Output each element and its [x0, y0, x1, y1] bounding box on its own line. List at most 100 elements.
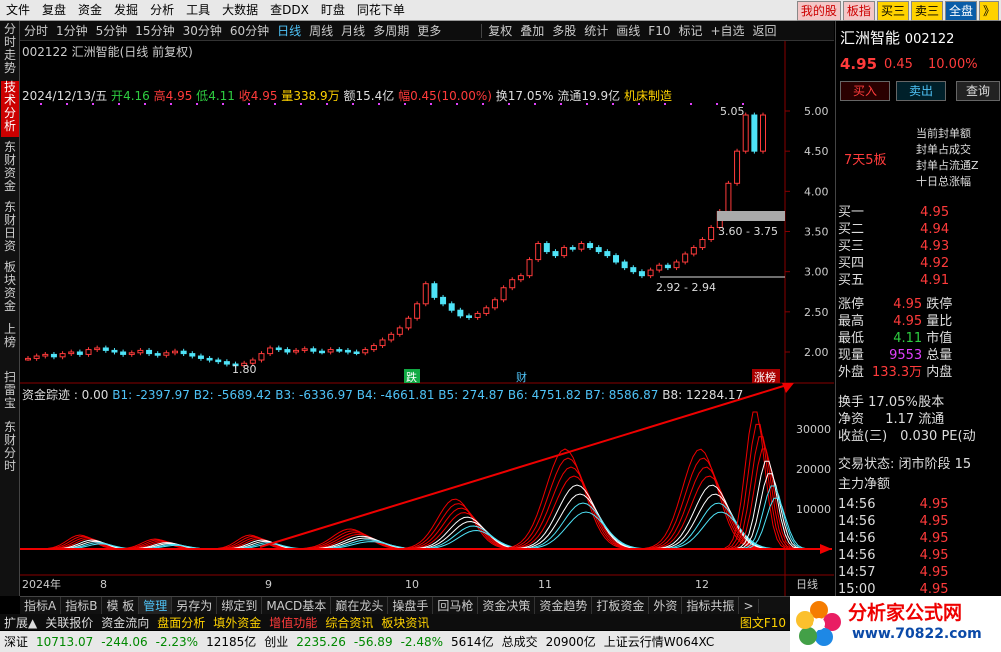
- candle-body: [414, 303, 421, 319]
- period-1min[interactable]: 1分钟: [52, 22, 92, 39]
- my-stocks-button[interactable]: 我的股: [796, 1, 841, 21]
- ext-expand[interactable]: 扩展▲: [0, 614, 41, 631]
- menu-trade[interactable]: 同花下单: [351, 0, 411, 21]
- candle-body: [172, 350, 178, 354]
- sell-button[interactable]: 卖出: [896, 81, 946, 101]
- mark-button[interactable]: 标记: [674, 22, 706, 39]
- menu-analysis[interactable]: 分析: [144, 0, 180, 21]
- tab-dc-funds[interactable]: 东财资金: [1, 141, 19, 197]
- menu-tools[interactable]: 工具: [180, 0, 216, 21]
- tab-indicator-a[interactable]: 指标A: [20, 597, 62, 614]
- stats-button[interactable]: 统计: [580, 22, 612, 39]
- candle-body: [154, 353, 161, 356]
- multi-stock-button[interactable]: 多股: [548, 22, 580, 39]
- tab-dc-intraday[interactable]: 东财分时: [1, 421, 19, 477]
- event-cai-text: 财: [516, 370, 527, 384]
- ext-outside[interactable]: 填外资金: [209, 614, 265, 631]
- buy-button[interactable]: 买入: [840, 81, 890, 101]
- stat-label2: 内盘: [926, 365, 953, 380]
- tick-row: 14:56 4.95: [838, 548, 949, 563]
- candle-body: [742, 114, 749, 152]
- tab-template[interactable]: 模 板: [102, 597, 140, 614]
- ext-value-added[interactable]: 增值功能: [265, 614, 321, 631]
- period-15min[interactable]: 15分钟: [131, 22, 178, 39]
- candle-body: [344, 349, 351, 353]
- kline-chart[interactable]: 5.00 4.50 4.00 3.50 3.00 2.50 2.00 5.05 3.60 -…: [20, 41, 834, 596]
- tab-bind[interactable]: 绑定到: [217, 597, 263, 614]
- info-amt-label: 额: [343, 89, 356, 103]
- period-30min[interactable]: 30分钟: [179, 22, 226, 39]
- period-more[interactable]: 更多: [413, 22, 445, 39]
- menu-ddx[interactable]: 查DDX: [264, 0, 315, 21]
- indicator-name[interactable]: 资金踪迹 : 0.00: [22, 388, 108, 402]
- candle-body: [379, 339, 386, 347]
- tab-daban-funds[interactable]: 打板资金: [592, 597, 650, 614]
- ext-flow[interactable]: 资金流向: [97, 614, 153, 631]
- tab-foreign[interactable]: 外资: [649, 597, 683, 614]
- ext-related[interactable]: 关联报价: [41, 614, 97, 631]
- query-button[interactable]: 查询: [956, 81, 1000, 101]
- tab-dc-daily[interactable]: 东财日资: [1, 201, 19, 257]
- period-monthly[interactable]: 月线: [337, 22, 369, 39]
- info-close: 4.95: [250, 89, 278, 103]
- tab-top-list[interactable]: 上榜: [1, 323, 19, 353]
- sell3-button[interactable]: 卖三: [910, 1, 943, 21]
- tab-manage[interactable]: 管理: [139, 597, 173, 614]
- resistance-zone: [717, 211, 785, 221]
- menu-monitor[interactable]: 盯盘: [315, 0, 351, 21]
- menu-file[interactable]: 文件: [0, 0, 36, 21]
- period-intraday[interactable]: 分时: [20, 22, 52, 39]
- add-watchlist-button[interactable]: +自选: [706, 22, 748, 39]
- tab-resonance[interactable]: 指标共振: [682, 597, 740, 614]
- menu-review[interactable]: 复盘: [36, 0, 72, 21]
- period-5min[interactable]: 5分钟: [92, 22, 132, 39]
- tab-technical[interactable]: 技术分析: [1, 81, 19, 137]
- tab-huimaqiang[interactable]: 回马枪: [433, 597, 479, 614]
- draw-line-button[interactable]: 画线: [612, 22, 644, 39]
- ext-f10[interactable]: 图文F10: [736, 614, 790, 631]
- period-60min[interactable]: 60分钟: [226, 22, 273, 39]
- info-low: 4.11: [208, 89, 235, 103]
- menu-bigdata[interactable]: 大数据: [216, 0, 264, 21]
- candle-body: [275, 347, 282, 351]
- candle-body: [647, 269, 654, 277]
- info-sector[interactable]: 机床制造: [624, 89, 672, 103]
- more-button[interactable]: 》: [978, 1, 999, 21]
- menu-funds[interactable]: 资金: [72, 0, 108, 21]
- tab-save-as[interactable]: 另存为: [172, 597, 218, 614]
- candle-body: [431, 283, 438, 298]
- tick-row: 15:00 4.95: [838, 582, 949, 597]
- tab-sector-funds[interactable]: 板块资金: [1, 261, 19, 317]
- candle-body: [491, 299, 498, 309]
- f10-button[interactable]: F10: [644, 24, 674, 38]
- period-weekly[interactable]: 周线: [305, 22, 337, 39]
- stat-row: 外盘 133.3万 内盘: [838, 361, 952, 380]
- period-daily[interactable]: 日线: [273, 22, 305, 39]
- stat-label2: PE(动: [941, 429, 976, 444]
- full-board-button[interactable]: 全盘: [944, 1, 977, 21]
- back-button[interactable]: 返回: [749, 22, 781, 39]
- indicator-tabs: 指标A 指标B 模 板 管理 另存为 绑定到 MACD基本 巅在龙头 操盘手 回…: [20, 596, 834, 614]
- overlay-button[interactable]: 叠加: [516, 22, 548, 39]
- ext-news[interactable]: 综合资讯: [321, 614, 377, 631]
- tab-fund-decision[interactable]: 资金决策: [478, 597, 536, 614]
- board-index-button[interactable]: 板指: [842, 1, 875, 21]
- ext-sector-news[interactable]: 板块资讯: [377, 614, 433, 631]
- adjust-button[interactable]: 复权: [484, 22, 516, 39]
- tab-intraday[interactable]: 分时走势: [1, 23, 19, 79]
- tab-leader[interactable]: 巅在龙头: [331, 597, 389, 614]
- tab-minesweeper[interactable]: 扫雷宝: [1, 371, 19, 413]
- ext-market[interactable]: 盘面分析: [153, 614, 209, 631]
- candle-body: [85, 349, 92, 355]
- period-multi[interactable]: 多周期: [369, 22, 413, 39]
- tab-indicator-b[interactable]: 指标B: [61, 597, 103, 614]
- info-turn-label: 换: [495, 89, 508, 103]
- tab-trader[interactable]: 操盘手: [388, 597, 434, 614]
- sz-change: -244.06: [101, 634, 148, 649]
- tab-fund-trend[interactable]: 资金趋势: [535, 597, 593, 614]
- tab-macd[interactable]: MACD基本: [262, 597, 332, 614]
- menu-discover[interactable]: 发掘: [108, 0, 144, 21]
- buy3-button[interactable]: 买三: [876, 1, 909, 21]
- tab-more-arrow[interactable]: >: [739, 598, 759, 613]
- extension-bar: 扩展▲ 关联报价 资金流向 盘面分析 填外资金 增值功能 综合资讯 板块资讯 图…: [0, 614, 790, 630]
